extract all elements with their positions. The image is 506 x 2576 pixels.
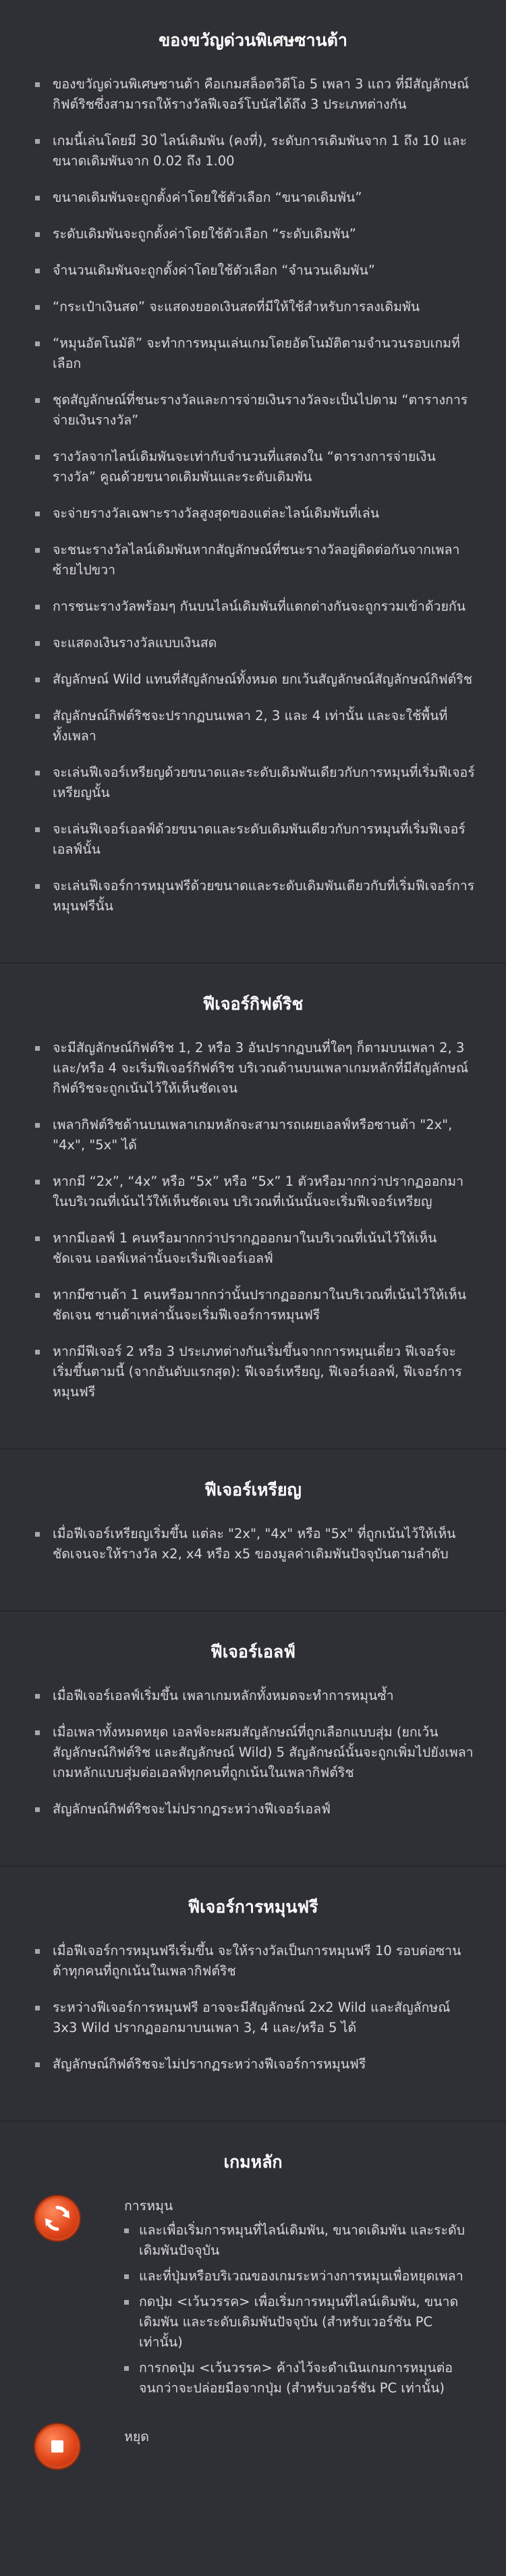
spin-help-title: การหมุน xyxy=(124,2198,173,2214)
spin-refresh-icon xyxy=(35,2196,80,2241)
list-item: เมื่อฟีเจอร์การหมุนฟรีเริ่มขึ้น จะให้ราง… xyxy=(35,1941,475,1981)
list-item: “กระเป๋าเงินสด” จะแสดงยอดเงินสดที่มีให้ใ… xyxy=(35,297,475,317)
rules-page: ของขวัญด่วนพิเศษซานต้า ของขวัญด่วนพิเศษซ… xyxy=(0,0,506,2471)
list-item: สัญลักษณ์ Wild แทนที่สัญลักษณ์ทั้งหมด ยก… xyxy=(35,669,475,690)
spin-help-list: และเพื่อเริ่มการหมุนที่ไลน์เดิมพัน, ขนาด… xyxy=(124,2220,475,2399)
list-item: จะมีสัญลักษณ์กิฟต์ริช 1, 2 หรือ 3 อันปรา… xyxy=(35,1038,475,1099)
list-item: ชุดสัญลักษณ์ที่ชนะรางวัลและการจ่ายเงินรา… xyxy=(35,390,475,431)
section-main-game: เกมหลัก การหมุน และเพื่อเริ่มการหมุนที่ไ… xyxy=(0,2120,506,2471)
list-item: เมื่อฟีเจอร์เอลฟ์เริ่มขึ้น เพลาเกมหลักทั… xyxy=(35,1686,475,1706)
list-item: หากมีเอลฟ์ 1 คนหรือมากกว่าปรากฏออกมาในบร… xyxy=(35,1228,475,1269)
list-item: จะแสดงเงินรางวัลแบบเงินสด xyxy=(35,633,475,653)
section-title: ฟีเจอร์การหมุนฟรี xyxy=(188,1897,318,1917)
list-item: กดปุ่ม <เว้นวรรค> เพื่อเริ่มการหมุนที่ไล… xyxy=(124,2292,475,2353)
list-item: ระหว่างฟีเจอร์การหมุนฟรี อาจจะมีสัญลักษณ… xyxy=(35,1998,475,2038)
list-item: สัญลักษณ์กิฟต์ริชจะไม่ปรากฏระหว่างฟีเจอร… xyxy=(35,2054,475,2075)
stop-icon xyxy=(35,2424,80,2469)
list-item: และเพื่อเริ่มการหมุนที่ไลน์เดิมพัน, ขนาด… xyxy=(124,2220,475,2261)
rules-list: เมื่อฟีเจอร์เหรียญเริ่มขึ้น แต่ละ "2x", … xyxy=(0,1524,506,1610)
section-title: ของขวัญด่วนพิเศษซานต้า xyxy=(159,30,347,50)
list-item: และที่ปุ่มหรือบริเวณของเกมระหว่างการหมุน… xyxy=(124,2266,475,2286)
list-item: การกดปุ่ม <เว้นวรรค> ค้างไว้จะดำเนินเกมก… xyxy=(124,2358,475,2399)
rules-list: เมื่อฟีเจอร์เอลฟ์เริ่มขึ้น เพลาเกมหลักทั… xyxy=(0,1686,506,1865)
list-item: ระดับเดิมพันจะถูกตั้งค่าโดยใช้ตัวเลือก “… xyxy=(35,224,475,244)
section-giftrich-feature: ฟีเจอร์กิฟต์ริช จะมีสัญลักษณ์กิฟต์ริช 1,… xyxy=(0,962,506,1448)
list-item: หากมีฟีเจอร์ 2 หรือ 3 ประเภทต่างกันเริ่ม… xyxy=(35,1342,475,1402)
list-item: จะเล่นฟีเจอร์การหมุนฟรีด้วยขนาดและระดับเ… xyxy=(35,876,475,916)
rules-list: เมื่อฟีเจอร์การหมุนฟรีเริ่มขึ้น จะให้ราง… xyxy=(0,1941,506,2120)
section-title: ฟีเจอร์กิฟต์ริช xyxy=(202,994,304,1014)
section-title: ฟีเจอร์เอลฟ์ xyxy=(210,1642,296,1662)
list-item: รางวัลจากไลน์เดิมพันจะเท่ากับจำนวนที่แสด… xyxy=(35,447,475,487)
list-item: เมื่อเพลาทั้งหมดหยุด เอลฟ์จะผสมสัญลักษณ์… xyxy=(35,1722,475,1783)
rules-list: จะมีสัญลักษณ์กิฟต์ริช 1, 2 หรือ 3 อันปรา… xyxy=(0,1038,506,1448)
list-item: “หมุนอัตโนมัติ” จะทำการหมุนเล่นเกมโดยอัต… xyxy=(35,333,475,374)
section-title: ฟีเจอร์เหรียญ xyxy=(204,1480,302,1500)
list-item: หากมี “2x”, “4x” หรือ “5x” หรือ “5x” 1 ต… xyxy=(35,1172,475,1212)
section-elf-feature: ฟีเจอร์เอลฟ์ เมื่อฟีเจอร์เอลฟ์เริ่มขึ้น … xyxy=(0,1610,506,1865)
section-title: เกมหลัก xyxy=(223,2152,283,2172)
list-item: จะเล่นฟีเจอร์เอลฟ์ด้วยขนาดและระดับเดิมพั… xyxy=(35,819,475,860)
rules-list: ของขวัญด่วนพิเศษซานต้า คือเกมสล็อตวิดีโอ… xyxy=(0,74,506,962)
section-santa-express: ของขวัญด่วนพิเศษซานต้า ของขวัญด่วนพิเศษซ… xyxy=(0,0,506,962)
section-coin-feature: ฟีเจอร์เหรียญ เมื่อฟีเจอร์เหรียญเริ่มขึ้… xyxy=(0,1448,506,1610)
list-item: ขนาดเดิมพันจะถูกตั้งค่าโดยใช้ตัวเลือก “ข… xyxy=(35,188,475,208)
list-item: ของขวัญด่วนพิเศษซานต้า คือเกมสล็อตวิดีโอ… xyxy=(35,74,475,115)
list-item: จำนวนเดิมพันจะถูกตั้งค่าโดยใช้ตัวเลือก “… xyxy=(35,261,475,281)
list-item: หากมีซานต้า 1 คนหรือมากกว่านั้นปรากฏออกม… xyxy=(35,1285,475,1325)
list-item: สัญลักษณ์กิฟต์ริชจะปรากฏบนเพลา 2, 3 และ … xyxy=(35,706,475,746)
list-item: เพลากิฟต์ริชด้านบนเพลาเกมหลักจะสามารถเผย… xyxy=(35,1115,475,1155)
list-item: เมื่อฟีเจอร์เหรียญเริ่มขึ้น แต่ละ "2x", … xyxy=(35,1524,475,1564)
stop-help-title: หยุด xyxy=(124,2429,149,2444)
stop-help-block: หยุด xyxy=(0,2424,506,2471)
list-item: จะจ่ายรางวัลเฉพาะรางวัลสูงสุดของแต่ละไลน… xyxy=(35,503,475,524)
spin-help-block: การหมุน และเพื่อเริ่มการหมุนที่ไลน์เดิมพ… xyxy=(0,2196,506,2424)
list-item: การชนะรางวัลพร้อมๆ กันบนไลน์เดิมพันที่แต… xyxy=(35,597,475,617)
section-free-spins-feature: ฟีเจอร์การหมุนฟรี เมื่อฟีเจอร์การหมุนฟรี… xyxy=(0,1865,506,2120)
list-item: สัญลักษณ์กิฟต์ริชจะไม่ปรากฏระหว่างฟีเจอร… xyxy=(35,1799,475,1819)
list-item: จะเล่นฟีเจอร์เหรียญด้วยขนาดและระดับเดิมพ… xyxy=(35,763,475,803)
list-item: เกมนี้เล่นโดยมี 30 ไลน์เดิมพัน (คงที่), … xyxy=(35,131,475,171)
list-item: จะชนะรางวัลไลน์เดิมพันหากสัญลักษณ์ที่ชนะ… xyxy=(35,540,475,580)
